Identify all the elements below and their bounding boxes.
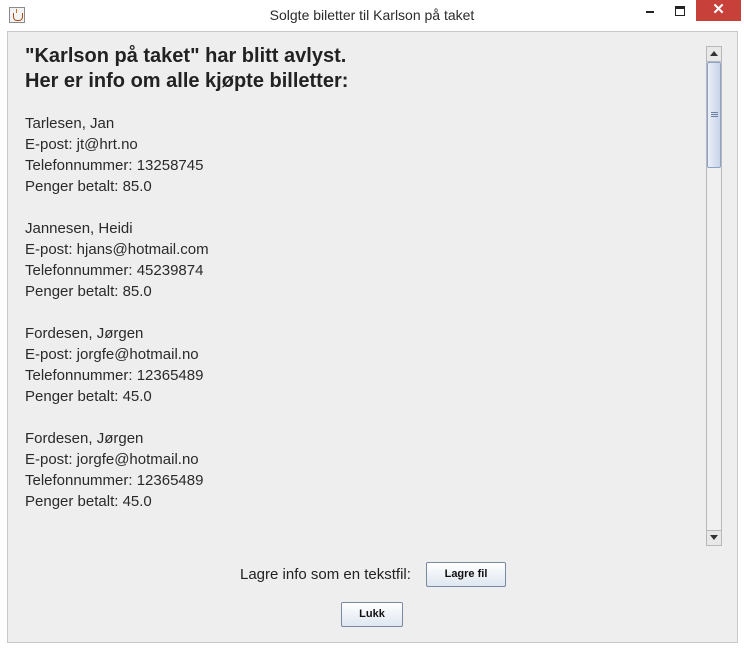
minimize-icon (646, 11, 654, 13)
buyer-name: Fordesen, Jørgen (25, 325, 144, 342)
content-panel: "Karlson på taket" har blitt avlyst. Her… (7, 31, 738, 643)
buyer-phone: Telefonnummer: 45239874 (25, 262, 204, 279)
amount-paid: Penger betalt: 45.0 (25, 493, 152, 510)
save-row: Lagre info som en tekstfil: Lagre fil (8, 562, 737, 588)
amount-paid: Penger betalt: 45.0 (25, 388, 152, 405)
title-bar: Solgte biletter til Karlson på taket ✕ (0, 0, 744, 30)
buyer-email: E-post: jorgfe@hotmail.no (25, 451, 199, 468)
app-window: Solgte biletter til Karlson på taket ✕ "… (0, 0, 744, 650)
buyer-email: E-post: hjans@hotmail.com (25, 241, 209, 258)
close-window-button[interactable]: ✕ (696, 0, 741, 21)
scroll-up-arrow-icon[interactable] (707, 47, 721, 62)
buyer-name: Jannesen, Heidi (25, 220, 133, 237)
buyer-phone: Telefonnummer: 12365489 (25, 367, 204, 384)
scrollbar-thumb[interactable] (707, 62, 721, 168)
ticket-entry: Tarlesen, Jan E-post: jt@hrt.no Telefonn… (25, 113, 695, 197)
buyer-email: E-post: jorgfe@hotmail.no (25, 346, 199, 363)
close-icon: ✕ (712, 1, 725, 18)
maximize-icon (675, 6, 685, 16)
amount-paid: Penger betalt: 85.0 (25, 178, 152, 195)
save-file-button[interactable]: Lagre fil (426, 562, 506, 587)
vertical-scrollbar[interactable] (706, 46, 722, 546)
buyer-email: E-post: jt@hrt.no (25, 136, 138, 153)
cancel-heading-line-2: Her er info om alle kjøpte billetter: (25, 70, 349, 92)
save-label: Lagre info som en tekstfil: (240, 566, 411, 583)
minimize-button[interactable] (636, 0, 664, 22)
ticket-entry: Fordesen, Jørgen E-post: jorgfe@hotmail.… (25, 428, 695, 512)
ticket-info-text-area[interactable]: "Karlson på taket" har blitt avlyst. Her… (25, 44, 695, 550)
maximize-button[interactable] (667, 0, 695, 22)
amount-paid: Penger betalt: 85.0 (25, 283, 152, 300)
buyer-name: Fordesen, Jørgen (25, 430, 144, 447)
buyer-name: Tarlesen, Jan (25, 115, 115, 132)
ticket-entry: Fordesen, Jørgen E-post: jorgfe@hotmail.… (25, 323, 695, 407)
cancel-heading-line-1: "Karlson på taket" har blitt avlyst. (25, 45, 347, 67)
buyer-phone: Telefonnummer: 13258745 (25, 157, 204, 174)
close-button[interactable]: Lukk (341, 602, 403, 627)
buyer-phone: Telefonnummer: 12365489 (25, 472, 204, 489)
ticket-entry: Jannesen, Heidi E-post: hjans@hotmail.co… (25, 218, 695, 302)
ticket-list: Tarlesen, Jan E-post: jt@hrt.no Telefonn… (25, 113, 695, 512)
scroll-down-arrow-icon[interactable] (707, 530, 721, 545)
window-title: Solgte biletter til Karlson på taket (269, 7, 475, 23)
